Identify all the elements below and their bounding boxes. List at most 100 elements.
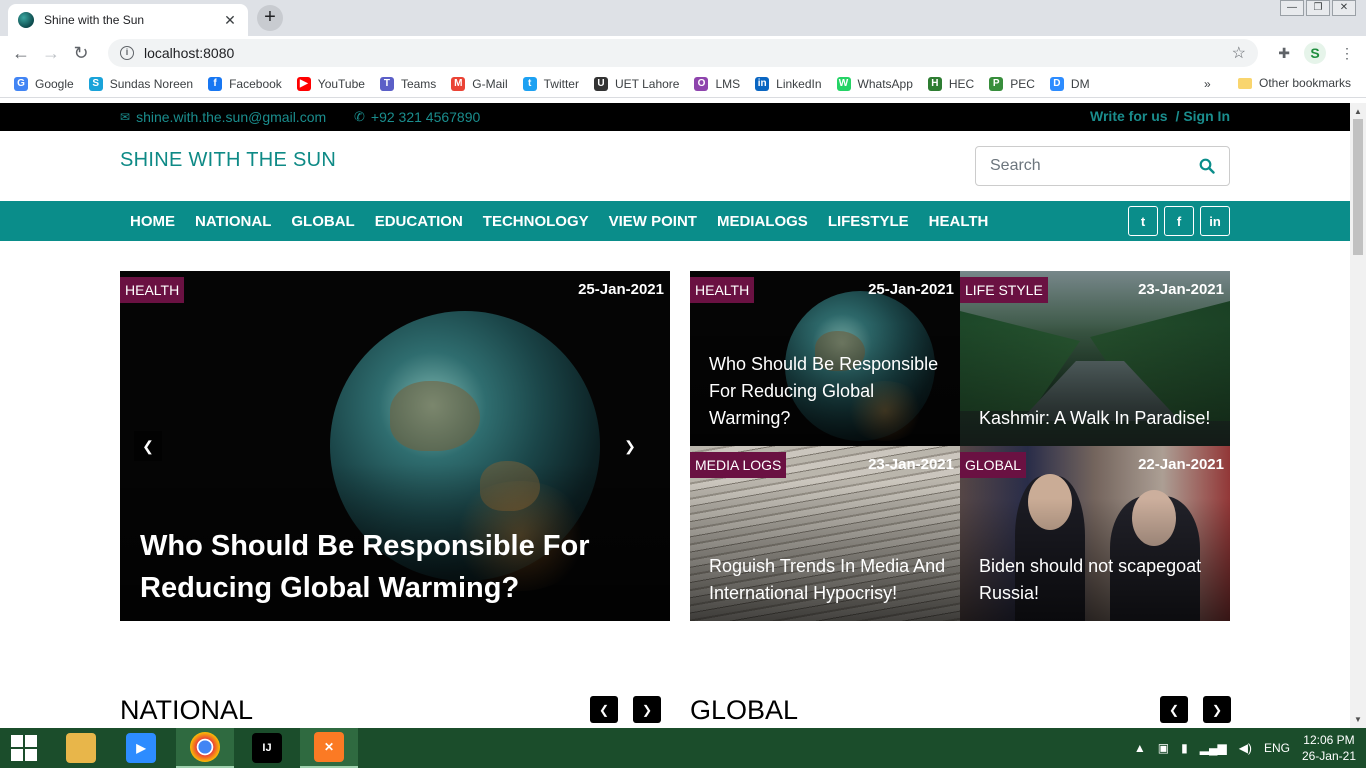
bookmark-item[interactable]: T Teams [379, 76, 436, 91]
bookmark-item[interactable]: W WhatsApp [836, 76, 913, 91]
bookmark-icon: M [451, 76, 466, 91]
national-next-icon[interactable]: ❯ [633, 696, 661, 723]
bookmark-item[interactable]: f Facebook [208, 76, 282, 91]
other-bookmarks-folder[interactable]: Other bookmarks [1238, 76, 1351, 90]
bookmark-star-icon[interactable]: ☆ [1232, 43, 1246, 63]
bookmark-item[interactable]: ▶ YouTube [296, 76, 365, 91]
bookmark-item[interactable]: t Twitter [522, 76, 579, 91]
site-info-icon[interactable]: i [120, 46, 134, 60]
category-badge[interactable]: MEDIA LOGS [690, 452, 787, 478]
card-title[interactable]: Who Should Be Responsible For Reducing G… [709, 351, 949, 432]
xampp-app[interactable]: ✕ [300, 728, 358, 768]
nav-item-global[interactable]: GLOBAL [281, 213, 364, 230]
scroll-up-icon[interactable]: ▲ [1354, 107, 1362, 116]
twitter-icon[interactable]: t [1128, 206, 1158, 236]
minimize-icon[interactable]: — [1280, 0, 1304, 16]
network-icon[interactable]: ▣ [1158, 741, 1169, 755]
nav-item-technology[interactable]: TECHNOLOGY [473, 213, 599, 230]
bookmark-item[interactable]: U UET Lahore [593, 76, 679, 91]
bookmark-item[interactable]: M G-Mail [451, 76, 508, 91]
nav-item-education[interactable]: EDUCATION [365, 213, 473, 230]
browser-menu-icon[interactable]: ⋮ [1340, 45, 1354, 62]
nav-item-national[interactable]: NATIONAL [185, 213, 281, 230]
browser-tab[interactable]: Shine with the Sun ✕ [8, 4, 248, 36]
chrome-icon [190, 732, 220, 762]
nav-item-health[interactable]: HEALTH [919, 213, 999, 230]
forward-arrow-icon[interactable]: → [36, 43, 66, 64]
zoom-app[interactable]: ▶ [112, 728, 170, 768]
global-next-icon[interactable]: ❯ [1203, 696, 1231, 723]
close-window-icon[interactable]: ✕ [1332, 0, 1356, 16]
carousel-next-icon[interactable]: ❯ [616, 431, 644, 461]
restore-icon[interactable]: ❐ [1306, 0, 1330, 16]
chrome-app[interactable] [176, 728, 234, 768]
carousel-prev-icon[interactable]: ❮ [134, 431, 162, 461]
national-prev-icon[interactable]: ❮ [590, 696, 618, 723]
nav-item-lifestyle[interactable]: LIFESTYLE [818, 213, 919, 230]
intellij-app[interactable]: IJ [238, 728, 296, 768]
category-badge[interactable]: HEALTH [120, 277, 185, 303]
bookmark-icon: f [208, 76, 223, 91]
card-title[interactable]: Kashmir: A Walk In Paradise! [979, 405, 1219, 432]
file-explorer-app[interactable] [52, 728, 110, 768]
bookmark-icon: ▶ [296, 76, 311, 91]
volume-icon[interactable]: ◀) [1239, 741, 1252, 755]
bookmark-item[interactable]: in LinkedIn [755, 76, 822, 91]
card-title[interactable]: Roguish Trends In Media And Internationa… [709, 553, 949, 607]
address-bar[interactable]: i localhost:8080 ☆ [108, 39, 1258, 67]
site-brand[interactable]: SHINE WITH THE SUN [120, 149, 336, 172]
xampp-icon: ✕ [314, 732, 344, 762]
battery-icon[interactable]: ▮ [1181, 741, 1188, 755]
email-link[interactable]: ✉ shine.with.the.sun@gmail.com [120, 109, 326, 125]
reload-icon[interactable]: ↻ [66, 43, 96, 64]
nav-item-home[interactable]: HOME [120, 213, 185, 230]
signal-icon[interactable]: ▂▄▆ [1200, 741, 1227, 755]
category-badge[interactable]: LIFE STYLE [960, 277, 1048, 303]
tray-expand-icon[interactable]: ▲ [1134, 741, 1146, 755]
article-card[interactable]: LIFE STYLE 23-Jan-2021 Kashmir: A Walk I… [960, 271, 1230, 446]
bookmark-item[interactable]: P PEC [989, 76, 1035, 91]
search-input[interactable] [990, 157, 1199, 175]
nav-item-medialogs[interactable]: MEDIALOGS [707, 213, 818, 230]
nav-item-view-point[interactable]: VIEW POINT [599, 213, 707, 230]
article-card[interactable]: HEALTH 25-Jan-2021 Who Should Be Respons… [690, 271, 960, 446]
bookmark-item[interactable]: O LMS [694, 76, 740, 91]
hero-title[interactable]: Who Should Be Responsible For Reducing G… [140, 525, 610, 609]
back-arrow-icon[interactable]: ← [6, 43, 36, 64]
profile-avatar[interactable]: S [1304, 42, 1326, 64]
bookmark-item[interactable]: H HEC [927, 76, 974, 91]
nav-items: HOME NATIONAL GLOBAL EDUCATION TECHNOLOGY VIE… [120, 201, 998, 241]
language-indicator[interactable]: ENG [1264, 741, 1290, 755]
sign-in-link[interactable]: Sign In [1183, 108, 1230, 124]
system-clock[interactable]: 12:06 PM 26-Jan-21 [1302, 732, 1356, 764]
facebook-icon[interactable]: f [1164, 206, 1194, 236]
category-badge[interactable]: HEALTH [690, 277, 755, 303]
bookmark-item[interactable]: G Google [14, 76, 74, 91]
new-tab-button[interactable]: + [257, 5, 283, 31]
category-badge[interactable]: GLOBAL [960, 452, 1027, 478]
scroll-down-icon[interactable]: ▼ [1354, 715, 1362, 724]
bookmark-label: DM [1070, 76, 1090, 91]
article-card[interactable]: MEDIA LOGS 23-Jan-2021 Roguish Trends In… [690, 446, 960, 621]
bookmarks-bar: G Google S Sundas Noreen f Facebook ▶ YouTube T T… [0, 70, 1366, 98]
close-tab-icon[interactable]: ✕ [222, 12, 238, 29]
folder-icon [1238, 77, 1252, 89]
phone-link[interactable]: ✆ +92 321 4567890 [354, 109, 480, 125]
zoom-camera-icon: ▶ [126, 733, 156, 763]
bookmark-item[interactable]: S Sundas Noreen [88, 76, 193, 91]
hero-carousel[interactable]: HEALTH 25-Jan-2021 ❮ ❯ Who Should Be Res… [120, 271, 670, 621]
article-card[interactable]: GLOBAL 22-Jan-2021 Biden should not scap… [960, 446, 1230, 621]
search-icon[interactable] [1199, 158, 1215, 174]
linkedin-icon[interactable]: in [1200, 206, 1230, 236]
more-bookmarks-icon[interactable]: » [1204, 77, 1211, 91]
extensions-puzzle-icon[interactable]: ✚ [1278, 45, 1290, 62]
browser-tab-strip: Shine with the Sun ✕ + — ❐ ✕ [0, 0, 1366, 36]
url-text[interactable]: localhost:8080 [144, 45, 1232, 61]
card-title[interactable]: Biden should not scapegoat Russia! [979, 553, 1219, 607]
write-for-us-link[interactable]: Write for us [1090, 108, 1168, 124]
start-button[interactable] [0, 728, 48, 768]
bookmark-item[interactable]: D DM [1049, 76, 1090, 91]
page-scrollbar[interactable]: ▲ ▼ [1350, 103, 1366, 728]
global-prev-icon[interactable]: ❮ [1160, 696, 1188, 723]
scrollbar-thumb[interactable] [1353, 119, 1363, 255]
